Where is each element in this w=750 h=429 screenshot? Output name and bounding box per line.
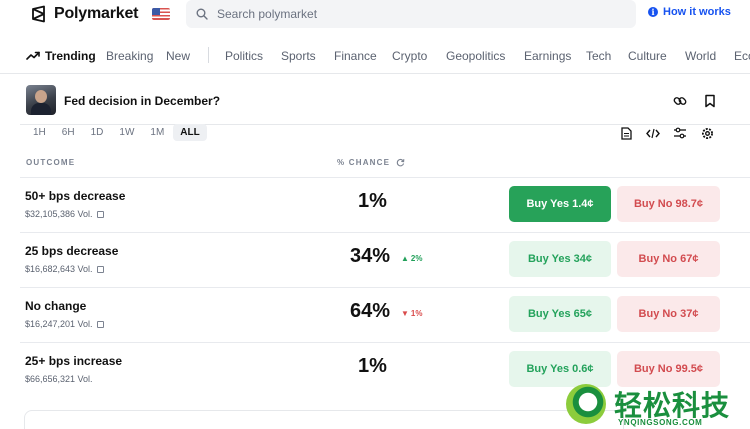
trophy-icon bbox=[96, 210, 104, 218]
outcome-name: 50+ bps decrease bbox=[25, 189, 126, 203]
buy-yes-button[interactable]: Buy Yes 65¢ bbox=[509, 296, 611, 332]
market-actions bbox=[672, 93, 718, 109]
brand-logo[interactable]: Polymarket bbox=[30, 5, 171, 23]
range-tab-1m[interactable]: 1M bbox=[143, 124, 171, 141]
how-it-works-label: How it works bbox=[663, 6, 731, 18]
nav-item-world[interactable]: World bbox=[685, 49, 716, 63]
buy-no-button[interactable]: Buy No 98.7¢ bbox=[617, 186, 720, 222]
bookmark-icon[interactable] bbox=[702, 93, 718, 109]
outcome-row: 25 bps decrease $16,682,643 Vol. 34% ▲ 2… bbox=[20, 232, 750, 287]
range-tab-1h[interactable]: 1H bbox=[26, 124, 53, 141]
chance-delta: 1% bbox=[410, 309, 423, 318]
chart-tools bbox=[618, 125, 715, 141]
outcome-row: 50+ bps decrease $32,105,386 Vol. 1% Buy… bbox=[20, 177, 750, 232]
refresh-icon[interactable] bbox=[396, 158, 405, 167]
nav-label-trending: Trending bbox=[45, 49, 96, 63]
outcome-chance: 1% bbox=[358, 355, 387, 377]
how-it-works-link[interactable]: i How it works bbox=[648, 6, 731, 18]
outcome-chance: 1% bbox=[358, 190, 387, 212]
outcome-volume: $32,105,386 Vol. bbox=[25, 209, 104, 219]
buy-yes-button[interactable]: Buy Yes 34¢ bbox=[509, 241, 611, 277]
document-icon[interactable] bbox=[618, 125, 634, 141]
buy-no-button[interactable]: Buy No 37¢ bbox=[617, 296, 720, 332]
nav-divider-line bbox=[0, 73, 750, 74]
outcome-name: 25+ bps increase bbox=[25, 354, 123, 368]
time-range-tabs: 1H 6H 1D 1W 1M ALL bbox=[26, 124, 209, 141]
range-tab-1d[interactable]: 1D bbox=[84, 124, 111, 141]
embed-code-icon[interactable] bbox=[645, 125, 661, 141]
volume-text: $32,105,386 Vol. bbox=[25, 209, 93, 219]
buy-yes-button[interactable]: Buy Yes 1.4¢ bbox=[509, 186, 611, 222]
volume-text: $16,247,201 Vol. bbox=[25, 319, 93, 329]
search-icon bbox=[196, 8, 208, 20]
watermark: 轻松科技 YNQINGSONG.COM bbox=[566, 380, 750, 429]
nav-item-breaking[interactable]: Breaking bbox=[106, 49, 153, 63]
outcome-volume: $66,656,321 Vol. bbox=[25, 374, 93, 384]
nav-item-geopolitics[interactable]: Geopolitics bbox=[446, 49, 505, 63]
nav-item-culture[interactable]: Culture bbox=[628, 49, 667, 63]
watermark-logo-icon bbox=[566, 384, 606, 424]
nav-item-politics[interactable]: Politics bbox=[225, 49, 263, 63]
outcome-volume: $16,682,643 Vol. bbox=[25, 264, 104, 274]
nav-item-finance[interactable]: Finance bbox=[334, 49, 377, 63]
chance-change: ▲ 2% bbox=[401, 254, 422, 263]
chance-header-label: % CHANCE bbox=[337, 158, 391, 167]
search-bar[interactable] bbox=[186, 0, 636, 28]
outcome-chance: 34% bbox=[350, 245, 391, 267]
outcome-volume: $16,247,201 Vol. bbox=[25, 319, 104, 329]
chance-change: ▼ 1% bbox=[401, 309, 422, 318]
chance-delta: 2% bbox=[410, 254, 423, 263]
nav-item-crypto[interactable]: Crypto bbox=[392, 49, 427, 63]
outcome-column-header: OUTCOME bbox=[26, 158, 76, 167]
nav-item-new[interactable]: New bbox=[166, 49, 190, 63]
trophy-icon bbox=[96, 265, 104, 273]
chance-column-header: % CHANCE bbox=[337, 158, 405, 167]
down-arrow-icon: ▼ bbox=[401, 309, 409, 318]
outcome-chance: 64% bbox=[350, 300, 391, 322]
info-icon: i bbox=[648, 7, 658, 17]
related-card bbox=[24, 410, 624, 429]
outcome-name: 25 bps decrease bbox=[25, 244, 119, 258]
trending-icon bbox=[26, 51, 40, 60]
polymarket-logo-icon bbox=[32, 5, 45, 23]
nav-item-tech[interactable]: Tech bbox=[586, 49, 611, 63]
nav-item-economy[interactable]: Eco bbox=[734, 49, 750, 63]
range-tab-all[interactable]: ALL bbox=[173, 124, 207, 141]
nav-divider bbox=[208, 47, 209, 63]
brand-name: Polymarket bbox=[54, 5, 139, 22]
search-input[interactable] bbox=[217, 7, 597, 21]
up-arrow-icon: ▲ bbox=[401, 254, 409, 263]
volume-text: $16,682,643 Vol. bbox=[25, 264, 93, 274]
outcome-row: No change $16,247,201 Vol. 64% ▼ 1% Buy … bbox=[20, 287, 750, 342]
range-tab-6h[interactable]: 6H bbox=[55, 124, 82, 141]
market-header: Fed decision in December? bbox=[0, 80, 750, 128]
nav-item-sports[interactable]: Sports bbox=[281, 49, 316, 63]
buy-no-button[interactable]: Buy No 67¢ bbox=[617, 241, 720, 277]
nav-item-trending[interactable]: Trending bbox=[26, 49, 96, 63]
nav-item-earnings[interactable]: Earnings bbox=[524, 49, 571, 63]
link-icon[interactable] bbox=[672, 93, 688, 109]
us-flag-icon[interactable] bbox=[152, 8, 171, 20]
volume-text: $66,656,321 Vol. bbox=[25, 374, 93, 384]
settings-gear-icon[interactable] bbox=[699, 125, 715, 141]
market-avatar bbox=[26, 85, 56, 115]
category-nav: Trending Breaking New Politics Sports Fi… bbox=[0, 44, 750, 68]
watermark-subtext: YNQINGSONG.COM bbox=[618, 418, 703, 427]
top-bar: Polymarket i How it works bbox=[0, 0, 750, 34]
market-title: Fed decision in December? bbox=[64, 94, 221, 108]
range-tab-1w[interactable]: 1W bbox=[112, 124, 141, 141]
trophy-icon bbox=[96, 320, 104, 328]
sliders-icon[interactable] bbox=[672, 125, 688, 141]
outcome-name: No change bbox=[25, 299, 87, 313]
